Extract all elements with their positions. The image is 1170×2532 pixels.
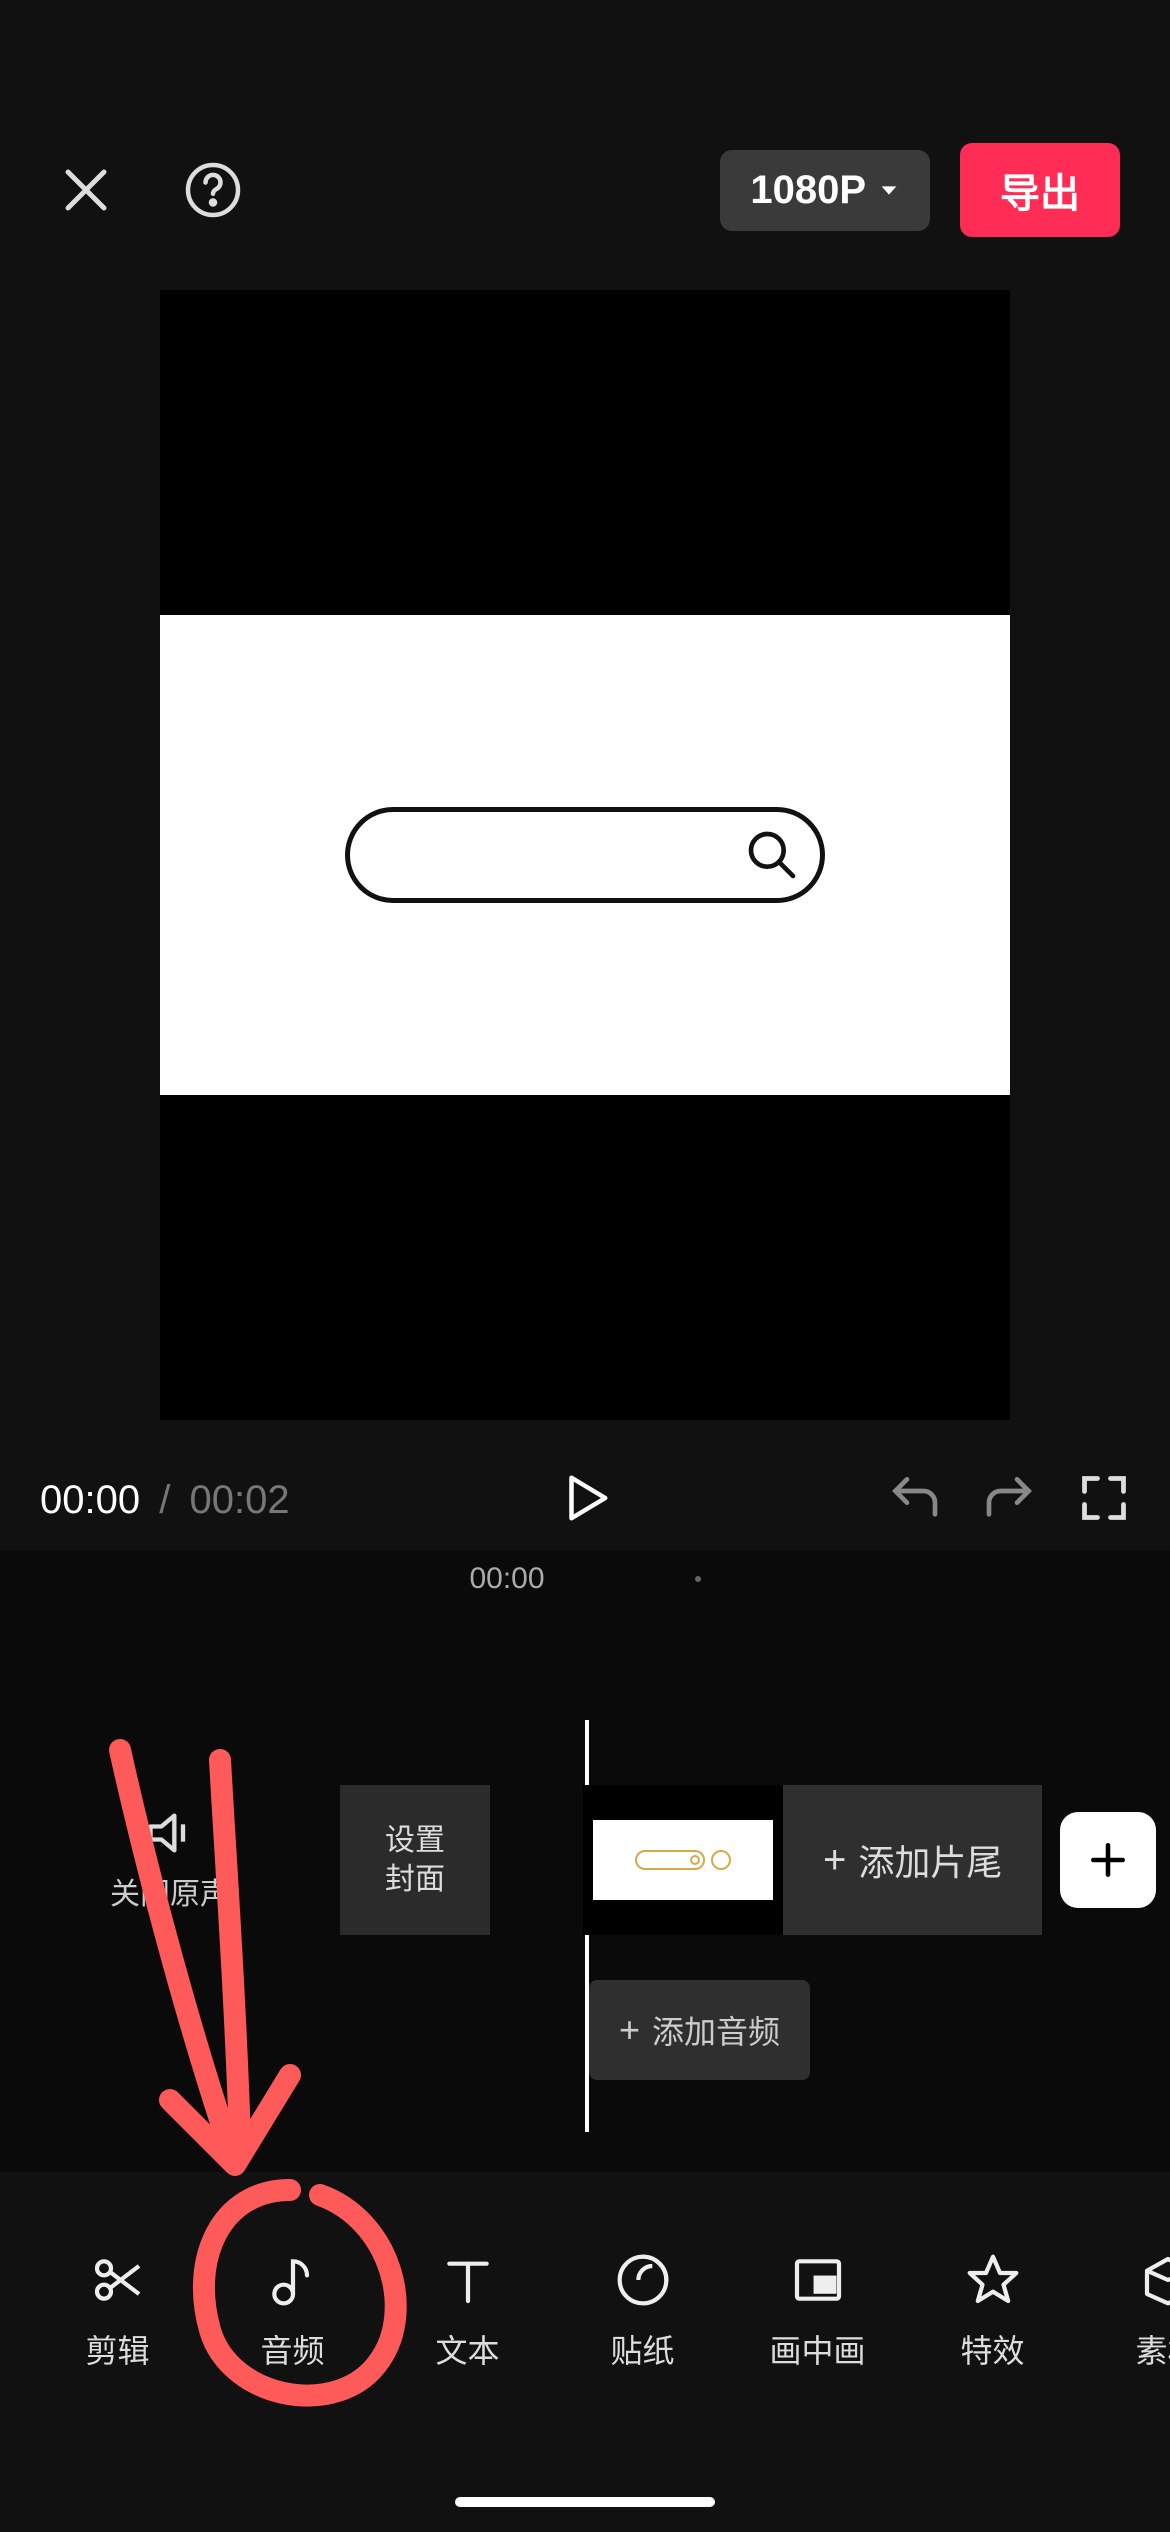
current-time: 00:00: [40, 1478, 140, 1522]
plus-icon: [1086, 1838, 1130, 1882]
preview-content-searchbox: [345, 807, 825, 903]
tool-text[interactable]: 文本: [380, 2252, 555, 2372]
speaker-icon: [144, 1807, 196, 1859]
sticker-icon: [615, 2252, 671, 2308]
tool-pip[interactable]: 画中画: [730, 2252, 905, 2372]
playback-bar: 00:00 / 00:02: [0, 1450, 1170, 1550]
ruler-tick-dot: [695, 1576, 701, 1582]
undo-button[interactable]: [886, 1470, 942, 1531]
fullscreen-button[interactable]: [1078, 1472, 1130, 1529]
add-clip-button[interactable]: [1060, 1812, 1156, 1908]
star-icon: [965, 2252, 1021, 2308]
add-audio-label: 添加音频: [652, 2007, 780, 2053]
tool-sticker[interactable]: 贴纸: [555, 2252, 730, 2372]
help-icon[interactable]: [177, 154, 249, 226]
box-icon: [1140, 2252, 1170, 2308]
time-display: 00:00 / 00:02: [40, 1478, 290, 1523]
tool-audio[interactable]: 音频: [205, 2252, 380, 2372]
time-separator: /: [159, 1478, 170, 1522]
tool-label: 音频: [260, 2326, 324, 2372]
chevron-down-icon: [878, 179, 900, 201]
top-bar: 1080P 导出: [0, 130, 1170, 250]
play-button[interactable]: [558, 1471, 612, 1530]
video-clip[interactable]: [583, 1785, 783, 1935]
resolution-selector[interactable]: 1080P: [720, 150, 930, 231]
tool-effects[interactable]: 特效: [905, 2252, 1080, 2372]
scissors-icon: [90, 2252, 146, 2308]
clip-thumbnail: [583, 1785, 783, 1935]
tool-label: 特效: [960, 2326, 1024, 2372]
redo-button[interactable]: [982, 1470, 1038, 1531]
close-icon[interactable]: [50, 154, 122, 226]
mute-label: 关闭原声: [110, 1869, 230, 1913]
tool-label: 剪辑: [85, 2326, 149, 2372]
cover-label: 设置 封面: [385, 1821, 445, 1899]
plus-icon: +: [619, 2009, 640, 2051]
tool-label: 贴纸: [610, 2326, 674, 2372]
ruler-tick-label: 00:00: [469, 1562, 544, 1596]
tool-label: 文本: [435, 2326, 499, 2372]
duration: 00:02: [189, 1478, 289, 1522]
tool-label: 素材: [1135, 2326, 1170, 2372]
add-ending-button[interactable]: + 添加片尾: [783, 1785, 1042, 1935]
set-cover-button[interactable]: 设置 封面: [340, 1785, 490, 1935]
timeline-area[interactable]: 00:00 关闭原声 设置 封面 + 添加片尾: [0, 1550, 1170, 2172]
preview-frame: [160, 615, 1010, 1095]
plus-icon: +: [823, 1838, 846, 1883]
music-note-icon: [265, 2252, 321, 2308]
tool-label: 画中画: [769, 2326, 865, 2372]
timeline-ruler: 00:00: [0, 1550, 1170, 1596]
export-button[interactable]: 导出: [960, 143, 1120, 237]
video-track: 关闭原声 设置 封面 + 添加片尾: [0, 1780, 1170, 1940]
mute-original-sound-button[interactable]: 关闭原声: [0, 1807, 340, 1913]
home-indicator: [455, 2497, 715, 2507]
add-audio-button[interactable]: + 添加音频: [589, 1980, 810, 2080]
bottom-toolbar: 剪辑 音频 文本 贴纸 画中画 特效 素材: [0, 2212, 1170, 2412]
text-icon: [440, 2252, 496, 2308]
add-ending-label: 添加片尾: [858, 1834, 1002, 1886]
video-preview[interactable]: [160, 290, 1010, 1420]
tool-edit[interactable]: 剪辑: [30, 2252, 205, 2372]
resolution-label: 1080P: [750, 168, 866, 213]
tool-materials[interactable]: 素材: [1080, 2252, 1170, 2372]
magnify-icon: [744, 827, 800, 883]
pip-icon: [790, 2252, 846, 2308]
